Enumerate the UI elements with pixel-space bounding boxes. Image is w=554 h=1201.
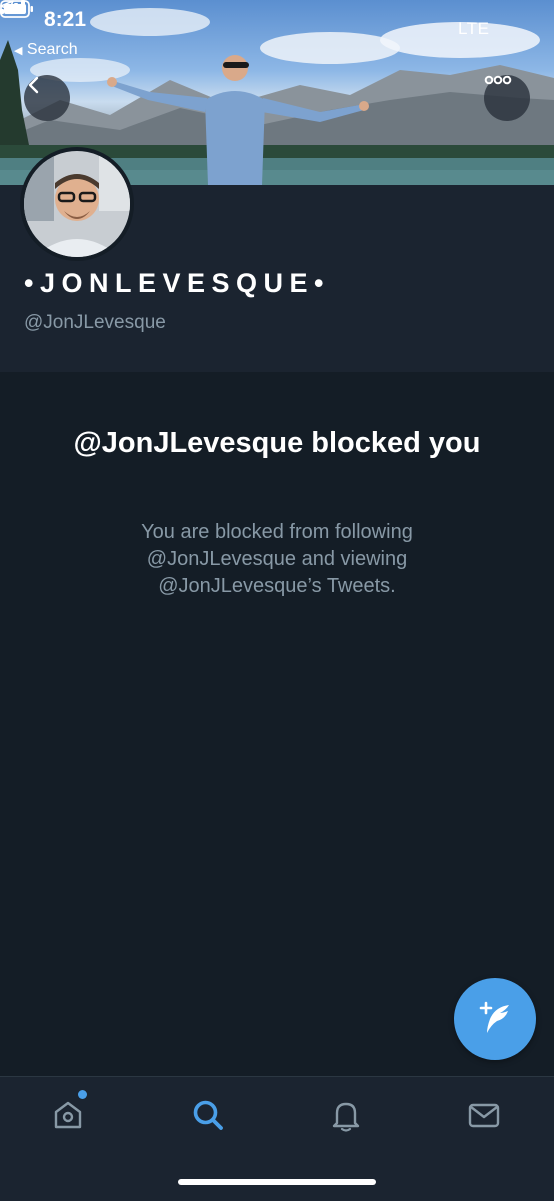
- more-options-button[interactable]: [484, 75, 530, 121]
- network-type: LTE: [458, 19, 490, 38]
- tab-search[interactable]: [188, 1095, 228, 1135]
- profile-handle: @JonJLevesque: [24, 312, 166, 333]
- tab-messages[interactable]: [464, 1095, 504, 1135]
- blocked-description: You are blocked from following @JonJLeve…: [141, 521, 413, 597]
- back-app-label: Search: [26, 41, 78, 58]
- back-button[interactable]: [24, 75, 70, 121]
- profile-avatar[interactable]: [20, 147, 134, 261]
- battery-icon: [0, 0, 33, 18]
- compose-tweet-button[interactable]: [454, 978, 536, 1060]
- tab-notifications[interactable]: [326, 1095, 366, 1135]
- mail-icon: [468, 1103, 500, 1128]
- chevron-left-icon: [28, 76, 39, 94]
- bell-icon: [332, 1102, 360, 1132]
- status-bar: 8:21 LTE: [0, 0, 554, 40]
- back-to-search-link[interactable]: ◀ Search: [14, 41, 78, 59]
- back-triangle-icon: ◀: [14, 45, 23, 57]
- avatar-photo: [24, 151, 130, 257]
- profile-display-name: •JONLEVESQUE•: [24, 268, 330, 298]
- compose-feather-icon: [479, 1001, 509, 1033]
- search-icon: [193, 1100, 223, 1130]
- home-indicator-bar[interactable]: [178, 1179, 376, 1185]
- more-horizontal-icon: [484, 75, 512, 85]
- blocked-title: @JonJLevesque blocked you: [73, 427, 481, 459]
- status-time: 8:21: [44, 8, 87, 31]
- tab-home[interactable]: [48, 1095, 88, 1135]
- home-notification-dot: [78, 1090, 87, 1099]
- home-icon: [54, 1101, 82, 1129]
